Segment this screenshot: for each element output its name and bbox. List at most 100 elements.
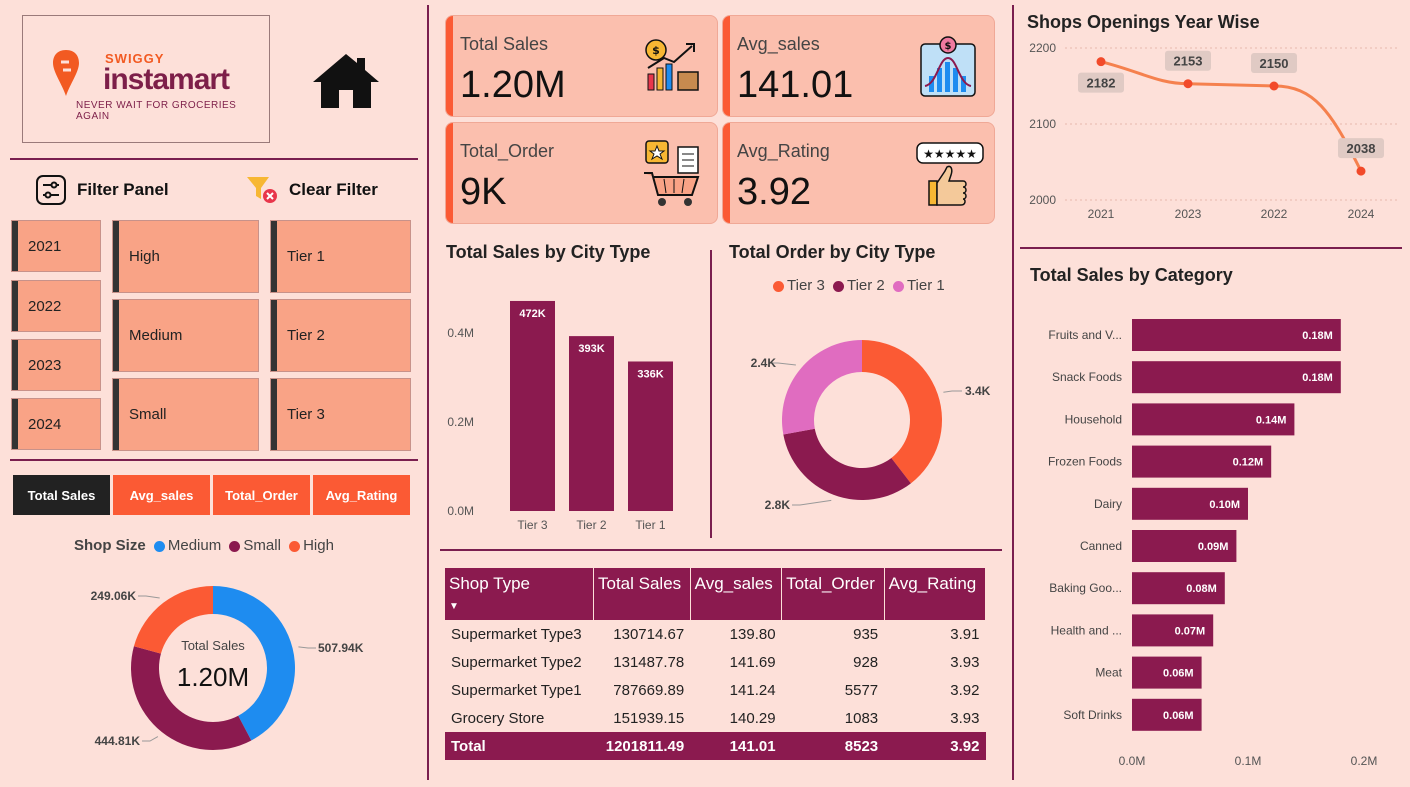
slicer-tier-3[interactable]: Tier 3 — [270, 378, 411, 451]
y-tick-label: 0.4M — [447, 326, 474, 340]
x-tick-label: 0.0M — [1119, 754, 1146, 768]
x-tick-label: 2022 — [1261, 207, 1288, 221]
category-label: Frozen Foods — [1048, 455, 1122, 469]
openings-line-chart: 2000 2100 2200 2182 2021 2153 2023 2150 2022 2038… — [1029, 41, 1400, 221]
bar-value-label: 0.18M — [1302, 372, 1333, 384]
cell: Grocery Store — [451, 709, 545, 727]
shop-type-table: Shop Type ▼ Total Sales Avg_sales Total_O… — [445, 568, 987, 760]
divider — [1012, 5, 1014, 780]
bar-value-label: 472K — [519, 308, 545, 320]
category-label: Fruits and V... — [1048, 328, 1122, 342]
kpi-value: 3.92 — [737, 171, 811, 213]
bar-value-label: 0.12M — [1233, 457, 1264, 469]
slicer-size-medium[interactable]: Medium — [112, 299, 259, 372]
kpi-avg-sales: Avg_sales 141.01 $ — [722, 15, 995, 117]
header-label: Shop Type — [449, 574, 530, 593]
leader-line — [943, 390, 962, 393]
cell: 3.92 — [884, 732, 986, 760]
openings-title: Shops Openings Year Wise — [1027, 12, 1260, 32]
category-label: Meat — [1095, 666, 1122, 680]
kpi-total-sales: Total Sales 1.20M $ — [445, 15, 718, 117]
bar-value-label: 0.09M — [1198, 541, 1229, 553]
home-icon[interactable] — [311, 52, 381, 110]
legend-dot — [289, 540, 301, 552]
legend-dot — [773, 280, 784, 292]
tab-total-order[interactable]: Total_Order — [213, 475, 310, 515]
kpi-avg-rating: Avg_Rating 3.92 ★★★★★ — [722, 122, 995, 224]
cell: 3.93 — [950, 653, 980, 671]
data-point — [1183, 79, 1193, 89]
bar-value-label: 0.14M — [1256, 414, 1287, 426]
slicer-year-2021[interactable]: 2021 — [11, 220, 101, 272]
col-total-sales[interactable]: Total Sales — [593, 568, 691, 620]
col-avg-rating[interactable]: Avg_Rating — [884, 568, 987, 620]
category-label: Dairy — [1094, 497, 1122, 511]
slicer-label: 2021 — [28, 237, 62, 255]
sales-by-city-title: Total Sales by City Type — [446, 242, 651, 262]
cell: 8523 — [781, 732, 885, 760]
sliders-icon[interactable] — [36, 175, 66, 205]
sales-by-city-bar-chart: 0.0M 0.2M 0.4M 472K Tier 3 393K Tier 2 336K Tier… — [447, 300, 673, 532]
svg-text:$: $ — [652, 44, 660, 57]
slicer-year-2024[interactable]: 2024 — [11, 398, 101, 450]
y-tick-label: 2000 — [1029, 193, 1056, 207]
data-label: 2038 — [1347, 141, 1376, 156]
funnel-clear-icon[interactable] — [246, 175, 278, 205]
y-tick-label: 0.2M — [447, 415, 474, 429]
bar — [628, 361, 673, 511]
tab-avg-rating[interactable]: Avg_Rating — [313, 475, 410, 515]
y-tick-label: 2200 — [1029, 41, 1056, 55]
tab-total-sales[interactable]: Total Sales — [13, 475, 110, 515]
cell: 139.80 — [729, 625, 776, 643]
shopping-cart-icon — [644, 140, 700, 206]
sales-by-category-title: Total Sales by Category — [1030, 265, 1233, 285]
data-point — [1269, 81, 1279, 91]
cell: 1083 — [844, 709, 879, 727]
cell: 1201811.49 — [593, 732, 691, 760]
data-label: 444.81K — [95, 734, 141, 748]
legend-title: Shop Size — [74, 537, 146, 554]
table-row[interactable]: Supermarket Type2 131487.78 141.69 928 3… — [445, 648, 986, 676]
bar — [510, 300, 555, 511]
y-tick-label: 2100 — [1029, 117, 1056, 131]
order-city-legend: Tier 3 Tier 2 Tier 1 — [769, 277, 945, 294]
slicer-tier-2[interactable]: Tier 2 — [270, 299, 411, 372]
slicer-year-2022[interactable]: 2022 — [11, 280, 101, 332]
cell: 131487.78 — [613, 653, 685, 671]
col-total-order[interactable]: Total_Order — [781, 568, 885, 620]
shop-size-legend: Shop Size Medium Small High — [74, 537, 334, 554]
order-by-city-donut-chart: 3.4K 2.8K 2.4K — [751, 340, 991, 512]
slicer-label: 2023 — [28, 356, 62, 374]
col-shop-type[interactable]: Shop Type ▼ — [445, 568, 594, 620]
tab-avg-sales[interactable]: Avg_sales — [113, 475, 210, 515]
kpi-label: Avg_Rating — [737, 141, 830, 161]
slicer-size-small[interactable]: Small — [112, 378, 259, 451]
data-label: 2.4K — [751, 356, 777, 370]
slicer-label: 2024 — [28, 415, 62, 433]
clear-filter-button[interactable]: Clear Filter — [289, 180, 378, 200]
logo-tagline: NEVER WAIT FOR GROCERIES AGAIN — [76, 100, 237, 122]
table-row[interactable]: Supermarket Type1 787669.89 141.24 5577 … — [445, 676, 986, 704]
kpi-label: Avg_sales — [737, 34, 820, 54]
slicer-size-high[interactable]: High — [112, 220, 259, 293]
slicer-tier-1[interactable]: Tier 1 — [270, 220, 411, 293]
slicer-label: Tier 1 — [287, 248, 325, 265]
legend-medium: Medium — [167, 537, 222, 554]
table-row[interactable]: Grocery Store 151939.15 140.29 1083 3.93 — [445, 704, 986, 732]
legend-dot — [229, 540, 241, 552]
bar-value-label: 0.07M — [1175, 625, 1206, 637]
x-tick-label: 0.1M — [1235, 754, 1262, 768]
brand-logo: SWIGGY instamart NEVER WAIT FOR GROCERIE… — [22, 15, 270, 143]
data-label: 249.06K — [91, 589, 137, 603]
slicer-label: Tier 2 — [287, 327, 325, 344]
data-label: 2.8K — [765, 498, 791, 512]
legend-dot — [892, 280, 904, 292]
legend-small: Small — [243, 537, 281, 554]
col-avg-sales[interactable]: Avg_sales — [690, 568, 783, 620]
cell: 3.93 — [950, 709, 980, 727]
slicer-year-2023[interactable]: 2023 — [11, 339, 101, 391]
category-label: Household — [1065, 412, 1122, 426]
table-row[interactable]: Supermarket Type3 130714.67 139.80 935 3… — [445, 620, 986, 648]
x-tick-label: Tier 3 — [517, 518, 548, 532]
bar-value-label: 0.08M — [1186, 583, 1217, 595]
